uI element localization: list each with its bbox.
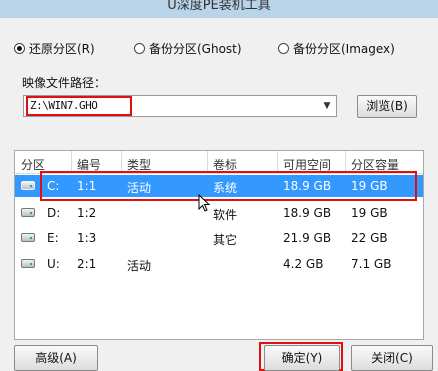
- image-path-label: 映像文件路径：: [22, 76, 107, 90]
- column-divider[interactable]: [121, 151, 122, 173]
- close-button[interactable]: 关闭(C): [351, 345, 433, 371]
- cell-drive: E:: [47, 231, 59, 245]
- chevron-down-icon[interactable]: ▼: [318, 96, 336, 116]
- cell-free: 18.9 GB: [283, 206, 332, 220]
- cell-size: 19 GB: [351, 179, 388, 193]
- cell-label: 系统: [213, 181, 238, 195]
- mouse-cursor-icon: [198, 194, 211, 212]
- cell-drive: U:: [47, 257, 60, 271]
- ok-button[interactable]: 确定(Y): [264, 345, 340, 371]
- column-header[interactable]: 分区容量: [351, 156, 399, 173]
- column-header[interactable]: 编号: [77, 156, 101, 173]
- table-row[interactable]: D: 1:2 软件 18.9 GB 19 GB: [15, 202, 423, 224]
- window-title: U深度PE装机工具: [167, 0, 271, 13]
- radio-backup-imagex-dot[interactable]: [278, 43, 289, 54]
- column-divider[interactable]: [71, 151, 72, 173]
- usb-drive-icon: [21, 259, 35, 268]
- cell-number: 1:3: [77, 231, 97, 245]
- cell-free: 18.9 GB: [283, 179, 332, 193]
- cell-label: 其它: [213, 233, 238, 247]
- column-divider[interactable]: [277, 151, 278, 173]
- cell-number: 2:1: [77, 257, 97, 271]
- radio-restore-label: 还原分区(R): [29, 42, 95, 56]
- column-header[interactable]: 可用空间: [283, 156, 331, 173]
- column-header[interactable]: 分区: [21, 156, 45, 173]
- table-row[interactable]: U: 2:1 活动 4.2 GB 7.1 GB: [15, 253, 423, 275]
- cell-size: 7.1 GB: [351, 257, 392, 271]
- column-divider[interactable]: [345, 151, 346, 173]
- cell-free: 21.9 GB: [283, 231, 332, 245]
- radio-backup-ghost[interactable]: 备份分区(Ghost): [134, 40, 242, 57]
- partition-table-header: 分区 编号 类型 卷标 可用空间 分区容量: [15, 151, 423, 174]
- partition-table: 分区 编号 类型 卷标 可用空间 分区容量 C: 1:1 活动 系统 18.9 …: [14, 150, 424, 340]
- cell-size: 19 GB: [351, 206, 388, 220]
- table-row[interactable]: C: 1:1 活动 系统 18.9 GB 19 GB: [15, 175, 423, 197]
- column-header[interactable]: 类型: [127, 156, 151, 173]
- cell-free: 4.2 GB: [283, 257, 324, 271]
- browse-button[interactable]: 浏览(B): [357, 95, 417, 118]
- radio-restore-dot[interactable]: [14, 43, 25, 54]
- drive-icon: [21, 181, 35, 190]
- cell-number: 1:1: [77, 179, 97, 193]
- cell-label: 软件: [213, 208, 238, 222]
- image-path-combobox[interactable]: Z:\WIN7.GHO ▼: [23, 95, 337, 117]
- table-row[interactable]: E: 1:3 其它 21.9 GB 22 GB: [15, 227, 423, 249]
- radio-backup-imagex-label: 备份分区(Imagex): [293, 42, 395, 56]
- column-header[interactable]: 卷标: [213, 156, 237, 173]
- radio-backup-ghost-label: 备份分区(Ghost): [149, 42, 242, 56]
- cell-drive: D:: [47, 206, 61, 220]
- advanced-button[interactable]: 高级(A): [14, 345, 98, 371]
- cell-type: 活动: [127, 259, 152, 273]
- window-titlebar: U深度PE装机工具: [0, 0, 438, 18]
- drive-icon: [21, 208, 35, 217]
- cell-number: 1:2: [77, 206, 97, 220]
- mode-radio-group: 还原分区(R) 备份分区(Ghost) 备份分区(Imagex): [14, 40, 434, 60]
- cell-drive: C:: [47, 179, 60, 193]
- cell-type: 活动: [127, 181, 152, 195]
- column-divider[interactable]: [207, 151, 208, 173]
- radio-backup-imagex[interactable]: 备份分区(Imagex): [278, 40, 395, 57]
- radio-restore[interactable]: 还原分区(R): [14, 40, 95, 57]
- image-path-highlight: [26, 96, 132, 116]
- drive-icon: [21, 233, 35, 242]
- radio-backup-ghost-dot[interactable]: [134, 43, 145, 54]
- cell-size: 22 GB: [351, 231, 388, 245]
